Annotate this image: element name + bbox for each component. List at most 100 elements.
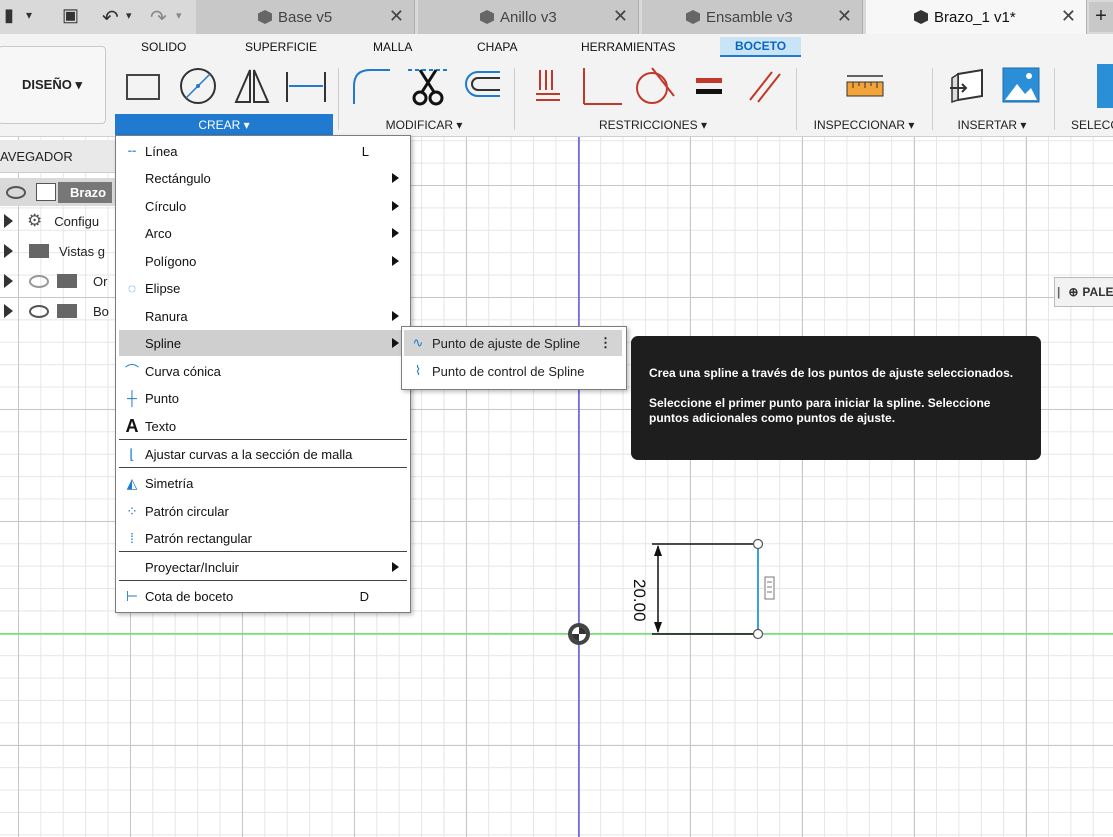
redo-chevron-icon[interactable]: ▾ [176,9,182,22]
eye-icon[interactable] [6,185,26,199]
expand-icon[interactable] [4,274,13,288]
expand-icon[interactable] [4,304,13,318]
document-tab[interactable]: Ensamble v3 ✕ [642,0,863,34]
fillet-icon[interactable] [350,66,394,106]
dimension-tool-icon[interactable] [285,66,327,106]
close-tab-icon[interactable]: ✕ [389,6,404,27]
menu-item-curva-cónica[interactable]: ⌒ Curva cónica [119,358,407,384]
browser-panel: AVEGADOR Brazo ⚙ Configu Vistas g Or Bo [0,140,120,330]
close-tab-icon[interactable]: ✕ [1061,6,1076,27]
workspace-selector[interactable]: DISEÑO ▾ [0,46,106,124]
submenu-arrow-icon [392,562,399,572]
document-tab[interactable]: Anillo v3 ✕ [418,0,639,34]
expand-icon[interactable] [4,214,13,228]
dimension-value[interactable]: 20.00 [629,579,649,629]
circle-icon[interactable] [178,66,218,106]
mirror-icon[interactable] [232,66,272,106]
close-tab-icon[interactable]: ✕ [613,6,628,27]
menu-item-label: Arco [145,225,172,241]
undo-chevron-icon[interactable]: ▾ [126,9,132,22]
coincident-constraint-icon[interactable] [534,66,564,106]
menu-item-texto[interactable]: A Texto [119,413,407,439]
file-icon[interactable]: ▮ [4,5,14,26]
menu-item-arco[interactable]: Arco [119,220,407,246]
menu-item-spacer [119,223,145,243]
close-tab-icon[interactable]: ✕ [837,6,852,27]
menu-item-patrón-circular[interactable]: ⁘ Patrón circular [119,498,407,524]
browser-item[interactable]: Bo [0,297,109,325]
menu-item-punto[interactable]: ┼ Punto [119,385,407,411]
fit-point-spline-item[interactable]: ∿ Punto de ajuste de Spline ⋮ [404,330,622,356]
browser-item[interactable]: ⚙ Configu [0,207,99,235]
parallel-constraint-icon[interactable] [746,66,782,106]
tab-herramientas[interactable]: HERRAMIENTAS [581,40,675,54]
menu-item-ranura[interactable]: Ranura [119,303,407,329]
more-options-icon[interactable]: ⋮ [599,335,612,351]
menu-item-ajustar-curvas-a-la-sección-de-malla[interactable]: ⌊ Ajustar curvas a la sección de malla [119,441,407,467]
plus-circle-icon[interactable]: ⊕ [1068,285,1078,299]
save-icon[interactable]: ▣ [62,5,79,26]
new-tab-icon[interactable]: + [1089,2,1113,32]
dimension-geometry[interactable] [652,538,775,640]
menu-item-spline[interactable]: Spline [119,330,407,356]
browser-item[interactable]: Or [0,267,107,295]
insert-menu-button[interactable]: INSERTAR ▾ [944,114,1040,135]
menu-item-cota-de-boceto[interactable]: ⊢ Cota de boceto D [119,583,407,609]
rectangle-icon[interactable] [126,74,160,100]
menu-item-patrón-rectangular[interactable]: ⁞ Patrón rectangular [119,525,407,551]
hidden-eye-icon[interactable] [29,274,49,288]
expand-icon[interactable] [4,244,13,258]
menu-item-polígono[interactable]: Polígono [119,248,407,274]
menu-item-proyectar-incluir[interactable]: Proyectar/Incluir [119,554,407,580]
tab-superficie[interactable]: SUPERFICIE [245,40,317,54]
tab-title: Ensamble v3 [706,8,793,26]
insert-derive-icon[interactable] [948,66,988,106]
document-tab[interactable]: Base v5 ✕ [196,0,415,34]
insert-canvas-icon[interactable] [1001,66,1041,106]
component-icon [480,10,494,24]
equal-constraint-icon[interactable] [694,66,724,106]
control-point-spline-item[interactable]: ⌇ Punto de control de Spline [404,358,622,384]
offset-icon[interactable] [460,66,504,106]
inspect-menu-button[interactable]: INSPECCIONAR ▾ [803,114,925,135]
tab-chapa[interactable]: CHAPA [477,40,517,54]
redo-icon[interactable]: ↷ [150,5,167,30]
toolbar-ribbon: SOLIDO SUPERFICIE MALLA CHAPA HERRAMIENT… [0,34,1113,137]
menu-item-label: Simetría [145,475,194,491]
menu-item-línea[interactable]: ╌ Línea L [119,138,407,164]
tab-malla[interactable]: MALLA [373,40,412,54]
browser-item[interactable]: Vistas g [0,237,105,265]
menu-item-shortcut: D [359,588,369,604]
menu-item-elipse[interactable]: ◌ Elipse [119,275,407,301]
constraints-menu-button[interactable]: RESTRICCIONES ▾ [578,114,728,135]
measure-icon[interactable] [845,66,885,106]
menu-separator [119,580,407,581]
document-tab-active[interactable]: Brazo_1 v1* ✕ [866,0,1087,34]
menu-item-círculo[interactable]: Círculo [119,193,407,219]
select-icon[interactable] [1097,64,1113,108]
file-menu-chevron-icon[interactable]: ▾ [26,8,32,22]
submenu-arrow-icon [392,338,399,348]
browser-header[interactable]: AVEGADOR [0,140,120,173]
menu-separator [119,467,407,468]
menu-item-label: Patrón rectangular [145,530,252,546]
command-tooltip: Crea una spline a través de los puntos d… [631,336,1041,460]
eye-icon[interactable] [29,304,49,318]
perpendicular-constraint-icon[interactable] [580,66,624,106]
sketch-palette-tab[interactable]: | ⊕ PALE [1054,277,1113,307]
menu-item-simetría[interactable]: ◭ Simetría [119,470,407,496]
origin-icon[interactable] [568,623,590,645]
select-menu-button[interactable]: SELECC [1064,114,1113,135]
browser-item-root[interactable]: Brazo [0,178,120,206]
tab-solido[interactable]: SOLIDO [141,40,186,54]
text-icon: A [125,415,139,436]
tab-boceto[interactable]: BOCETO [720,37,802,57]
menu-item-label: Patrón circular [145,503,229,519]
tangent-constraint-icon[interactable] [632,66,676,106]
trim-icon[interactable] [406,66,450,106]
undo-icon[interactable]: ↶ [102,5,119,30]
create-menu-button[interactable]: CREAR ▾ [115,114,333,135]
menu-item-rectángulo[interactable]: Rectángulo [119,165,407,191]
grip-icon[interactable]: | [1057,285,1060,299]
modify-menu-button[interactable]: MODIFICAR ▾ [354,114,494,135]
